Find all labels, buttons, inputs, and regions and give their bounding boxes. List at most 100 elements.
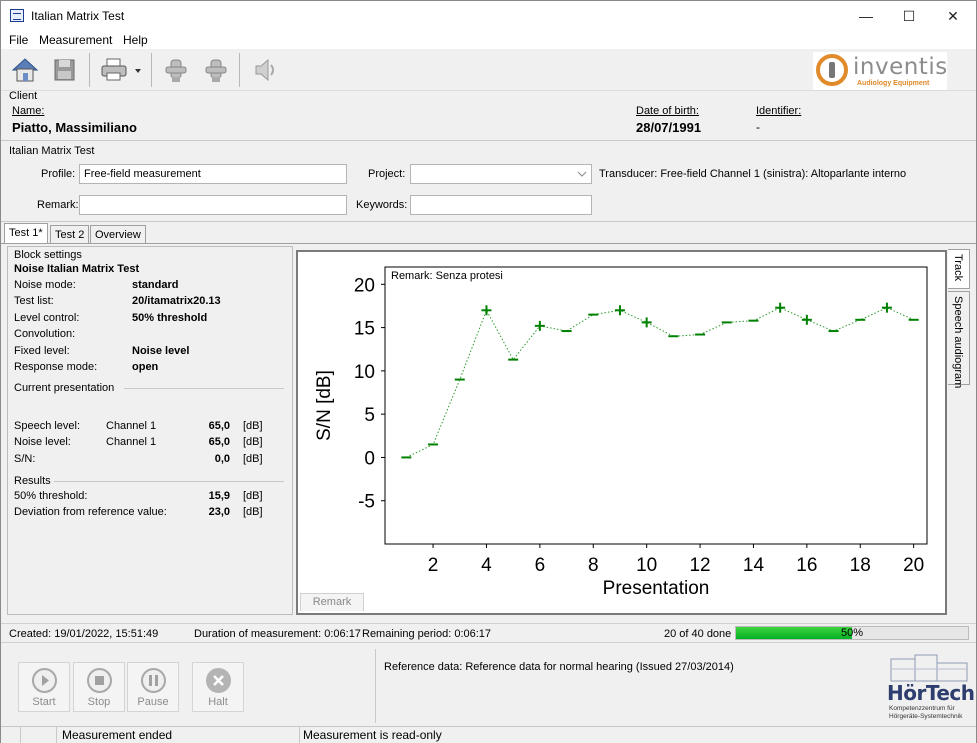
presentation-label: Noise level:: [14, 436, 71, 449]
printer-icon[interactable]: [99, 55, 129, 85]
y-tick-label: 5: [364, 405, 375, 426]
setting-label: Response mode:: [14, 361, 98, 373]
correct-marker: [614, 305, 625, 316]
duration-text: Duration of measurement: 0:06:17: [194, 628, 361, 640]
x-tick-label: 16: [796, 555, 817, 576]
inventis-logo: inventis Audiology Equipment: [813, 52, 947, 90]
start-button[interactable]: Start: [18, 662, 70, 712]
divider: [1, 221, 976, 222]
remaining-text: Remaining period: 0:06:17: [362, 628, 492, 640]
x-tick-label: 8: [588, 555, 599, 576]
reference-data-text: Reference data: Reference data for norma…: [384, 661, 734, 673]
chevron-down-icon[interactable]: [132, 55, 144, 85]
minimize-button[interactable]: —: [844, 1, 888, 31]
tab-test-1[interactable]: Test 1*: [4, 223, 48, 243]
client-section-label: Client: [9, 90, 38, 102]
y-tick-label: 20: [354, 275, 375, 296]
keywords-label: Keywords:: [356, 199, 408, 211]
chart-panel: Remark: Senza protesi 2 4 6 8 10 12 14 16 18 20 -5 0…: [296, 250, 947, 615]
correct-marker: [641, 317, 652, 328]
profile-field[interactable]: Free-field measurement: [79, 164, 347, 184]
result-unit: [dB]: [243, 490, 263, 502]
toolbar-separator: [89, 53, 90, 87]
block-settings-title: Block settings: [14, 249, 82, 261]
stop-icon: [87, 668, 112, 693]
menu-measurement[interactable]: Measurement: [39, 33, 112, 47]
presentation-channel: Channel 1: [106, 436, 157, 449]
correct-marker: [881, 302, 892, 313]
presentation-label: Speech level:: [14, 420, 81, 432]
correct-marker: [481, 305, 492, 316]
speaker-icon[interactable]: [251, 55, 281, 85]
x-tick-label: 12: [689, 555, 710, 576]
client-name: Piatto, Massimiliano: [12, 120, 137, 135]
progress-label: 50%: [840, 627, 864, 639]
presentation-channel: Channel 1: [106, 420, 157, 432]
chart-annotation: Remark: Senza protesi: [391, 270, 503, 282]
halt-button[interactable]: Halt: [192, 662, 244, 712]
tab-baseline: [1, 243, 976, 244]
setting-label: Fixed level:: [14, 344, 70, 357]
presentation-unit: [dB]: [243, 420, 263, 432]
status-cell: [21, 727, 57, 743]
divider: [1, 140, 976, 141]
menu-help[interactable]: Help: [123, 33, 148, 47]
test-section-label: Italian Matrix Test: [9, 145, 95, 157]
stop-button[interactable]: Stop: [73, 662, 125, 712]
x-tick-label: 14: [743, 555, 765, 576]
setting-label: Level control:: [14, 311, 80, 324]
tab-overview[interactable]: Overview: [90, 225, 146, 243]
hortech-logo: HörTech Kompetenzzentrum für Hörgeräte-S…: [887, 653, 975, 723]
presentation-value: 65,0: [208, 420, 230, 432]
toolbar-separator: [239, 53, 240, 87]
x-axis-label: Presentation: [603, 578, 710, 599]
home-icon[interactable]: [10, 55, 40, 85]
results-title: Results: [14, 475, 51, 487]
app-window: Italian Matrix Test — ☐ ✕ File Measureme…: [0, 0, 977, 743]
name-label: Name:: [12, 105, 45, 117]
remark-chart-tab[interactable]: Remark: [300, 593, 364, 611]
save-icon[interactable]: [49, 55, 79, 85]
x-tick-label: 20: [903, 555, 924, 576]
chevron-down-icon[interactable]: [577, 170, 587, 178]
y-tick-label: 15: [354, 319, 375, 340]
keywords-field[interactable]: [410, 195, 592, 215]
setting-label: Test list:: [14, 295, 54, 308]
result-label: Deviation from reference value:: [14, 506, 167, 519]
setting-label: Noise mode:: [14, 279, 76, 291]
track-chart: Remark: Senza protesi 2 4 6 8 10 12 14 16 18 20 -5 0…: [314, 266, 928, 599]
x-tick-label: 10: [636, 555, 657, 576]
hand-icon[interactable]: [201, 55, 231, 85]
presentation-unit: [dB]: [243, 452, 263, 465]
project-select[interactable]: [410, 164, 592, 184]
setting-value: standard: [132, 279, 179, 291]
dob-label: Date of birth:: [636, 105, 699, 117]
toolbar-separator: [151, 53, 152, 87]
pause-button[interactable]: Pause: [127, 662, 179, 712]
transducer-info: Transducer: Free-field Channel 1 (sinist…: [599, 168, 907, 180]
current-presentation-title: Current presentation: [14, 382, 115, 394]
setting-label: Convolution:: [14, 328, 76, 341]
app-icon: [10, 9, 24, 22]
tab-speech-audiogram[interactable]: Speech audiogram: [948, 291, 970, 388]
status-bar: Measurement ended Measurement is read-on…: [1, 726, 976, 743]
maximize-button[interactable]: ☐: [887, 1, 931, 31]
project-label: Project:: [368, 168, 406, 180]
close-button[interactable]: ✕: [931, 1, 975, 31]
result-label: 50% threshold:: [14, 490, 88, 502]
play-icon: [32, 668, 57, 693]
hand-icon[interactable]: [161, 55, 191, 85]
tab-track[interactable]: Track: [948, 249, 970, 289]
presentation-unit: [dB]: [243, 436, 263, 449]
presentation-value: 65,0: [208, 436, 230, 449]
remark-field[interactable]: [79, 195, 347, 215]
building-icon: [890, 654, 968, 682]
y-tick-label: 10: [354, 362, 375, 383]
status-cell: [1, 727, 21, 743]
window-title: Italian Matrix Test: [31, 9, 125, 23]
created-text: Created: 19/01/2022, 15:51:49: [9, 628, 159, 640]
tab-test-2[interactable]: Test 2: [50, 225, 90, 243]
result-value: 15,9: [208, 490, 230, 502]
menu-file[interactable]: File: [9, 33, 28, 47]
setting-value: Noise level: [132, 344, 190, 357]
